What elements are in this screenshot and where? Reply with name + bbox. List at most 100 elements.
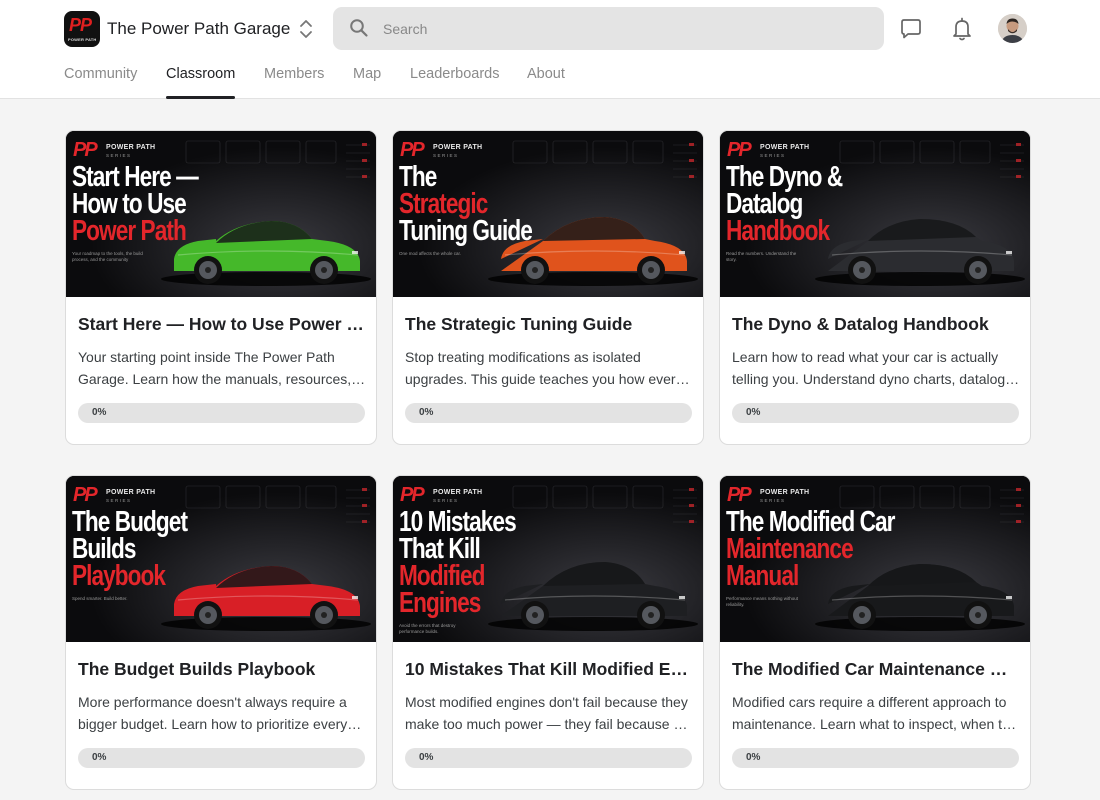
tab-map[interactable]: Map [353, 66, 381, 99]
course-card[interactable]: PP POWER PATH SERIES The Budget Builds Pla… [65, 475, 377, 790]
thumbnail-title-line: Engines [399, 587, 481, 619]
course-progress-label: 0% [419, 407, 434, 418]
course-progress-label: 0% [419, 752, 434, 763]
thumbnail-series-name: POWER PATH [760, 489, 810, 496]
thumbnail-logo-mark: PP [73, 484, 98, 506]
course-thumbnail: PP POWER PATH SERIES Start Here — How to … [66, 131, 376, 297]
thumbnail-title-line: The Dyno & [726, 161, 843, 193]
thumbnail-logo-mark: PP [727, 139, 752, 161]
course-progress-bar: 0% [405, 748, 692, 768]
thumbnail-title-line: Manual [726, 560, 799, 592]
community-logo[interactable]: PP POWER PATH [64, 11, 100, 47]
thumbnail-tagline: One mod affects the whole car. [399, 251, 461, 256]
thumbnail-title-line: How to Use [72, 188, 187, 220]
thumbnail-series-label: POWER PATH SERIES [760, 144, 809, 160]
course-title[interactable]: The Budget Builds Playbook [78, 659, 366, 680]
course-progress-bar: 0% [78, 403, 365, 423]
thumbnail-title-line: The [399, 161, 437, 193]
thumbnail-tagline: Your roadmap to the tools, the build pro… [72, 251, 143, 262]
tab-about[interactable]: About [527, 66, 565, 99]
thumbnail-series-name: POWER PATH [106, 489, 156, 496]
course-description: Learn how to read what your car is actua… [732, 349, 1013, 387]
thumbnail-title-line: Handbook [726, 215, 830, 247]
thumbnail-logo-mark: PP [727, 484, 752, 506]
thumbnail-title-line: Start Here — [72, 161, 199, 193]
thumbnail-title-line: 10 Mistakes [399, 506, 517, 538]
chat-icon[interactable] [899, 17, 923, 41]
tab-members[interactable]: Members [264, 66, 324, 99]
course-thumbnail: PP POWER PATH SERIES The Budget Builds Pla… [66, 476, 376, 642]
course-progress-label: 0% [746, 752, 761, 763]
tab-classroom[interactable]: Classroom [166, 66, 236, 99]
course-description: Modified cars require a different approa… [732, 694, 1010, 732]
thumbnail-series-label: POWER PATH SERIES [433, 489, 482, 505]
thumbnail-title-line: Playbook [72, 560, 166, 592]
course-card[interactable]: PP POWER PATH SERIES 10 Mistakes That Kil… [392, 475, 704, 790]
thumbnail-series-name: POWER PATH [106, 144, 156, 151]
course-progress-label: 0% [92, 752, 107, 763]
search-icon [349, 18, 369, 38]
thumbnail-series-sub: SERIES [106, 153, 132, 158]
thumbnail-title: The Dyno & Datalog Handbook [726, 161, 905, 247]
logo-subtext: POWER PATH [68, 37, 97, 42]
course-card[interactable]: PP POWER PATH SERIES The Strategic Tuning … [392, 130, 704, 445]
course-description: More performance doesn't always require … [78, 694, 348, 732]
thumbnail-logo-mark: PP [73, 139, 98, 161]
thumbnail-title-line: The Budget [72, 506, 188, 538]
community-switcher-chevron-icon[interactable] [296, 18, 316, 40]
course-title[interactable]: The Strategic Tuning Guide [405, 314, 693, 335]
course-progress-label: 0% [92, 407, 107, 418]
course-card[interactable]: PP POWER PATH SERIES Start Here — How to … [65, 130, 377, 445]
thumbnail-tagline: Read the numbers. Understand the story. [726, 251, 797, 262]
thumbnail-series-sub: SERIES [433, 498, 459, 503]
thumbnail-title-line: Tuning Guide [399, 215, 533, 247]
course-thumbnail: PP POWER PATH SERIES The Strategic Tuning … [393, 131, 703, 297]
course-title[interactable]: The Modified Car Maintenance Manual [732, 659, 1020, 680]
course-description: Most modified engines don't fail because… [405, 694, 688, 732]
thumbnail-series-name: POWER PATH [433, 489, 483, 496]
thumbnail-tagline: Avoid the errors that destroy performanc… [399, 623, 456, 634]
thumbnail-series-label: POWER PATH SERIES [106, 144, 155, 160]
thumbnail-title-line: Builds [72, 533, 136, 565]
tab-leaderboards[interactable]: Leaderboards [410, 66, 500, 99]
thumbnail-series-label: POWER PATH SERIES [433, 144, 482, 160]
thumbnail-title: 10 Mistakes That Kill Modified Engines [399, 506, 578, 619]
course-progress-label: 0% [746, 407, 761, 418]
user-avatar[interactable] [998, 14, 1027, 43]
search-bar[interactable] [333, 7, 884, 50]
notification-bell-icon[interactable] [950, 16, 974, 42]
thumbnail-series-sub: SERIES [433, 153, 459, 158]
search-input[interactable] [383, 7, 873, 50]
course-card[interactable]: PP POWER PATH SERIES The Dyno & Datalog Ha… [719, 130, 1031, 445]
course-title[interactable]: The Dyno & Datalog Handbook [732, 314, 1020, 335]
course-description: Stop treating modifications as isolated … [405, 349, 683, 387]
thumbnail-series-name: POWER PATH [433, 144, 483, 151]
thumbnail-title-line: Maintenance [726, 533, 854, 565]
course-thumbnail: PP POWER PATH SERIES The Modified Car Mai… [720, 476, 1030, 642]
course-progress-bar: 0% [732, 748, 1019, 768]
thumbnail-logo-mark: PP [400, 484, 425, 506]
course-title[interactable]: 10 Mistakes That Kill Modified Engines [405, 659, 693, 680]
course-progress-bar: 0% [732, 403, 1019, 423]
thumbnail-series-label: POWER PATH SERIES [106, 489, 155, 505]
thumbnail-series-label: POWER PATH SERIES [760, 489, 809, 505]
community-name[interactable]: The Power Path Garage [107, 19, 290, 39]
course-description: Your starting point inside The Power Pat… [78, 349, 352, 387]
thumbnail-title: Start Here — How to Use Power Path [72, 161, 251, 246]
thumbnail-title-line: That Kill [399, 533, 481, 565]
thumbnail-title-line: Modified [399, 560, 485, 592]
thumbnail-series-sub: SERIES [760, 153, 786, 158]
thumbnail-title: The Budget Builds Playbook [72, 506, 251, 592]
course-title[interactable]: Start Here — How to Use Power Path [78, 314, 366, 335]
thumbnail-title-line: The Modified Car [726, 506, 895, 538]
thumbnail-title-line: Datalog [726, 188, 803, 220]
top-header: PP POWER PATH The Power Path Garage Comm… [0, 0, 1100, 99]
course-progress-bar: 0% [405, 403, 692, 423]
tab-community[interactable]: Community [64, 66, 137, 99]
course-thumbnail: PP POWER PATH SERIES 10 Mistakes That Kil… [393, 476, 703, 642]
thumbnail-title: The Modified Car Maintenance Manual [726, 506, 905, 592]
thumbnail-tagline: Spend smarter. Build better. [72, 596, 128, 601]
course-card[interactable]: PP POWER PATH SERIES The Modified Car Mai… [719, 475, 1031, 790]
thumbnail-tagline: Performance means nothing without reliab… [726, 596, 799, 607]
thumbnail-series-sub: SERIES [106, 498, 132, 503]
